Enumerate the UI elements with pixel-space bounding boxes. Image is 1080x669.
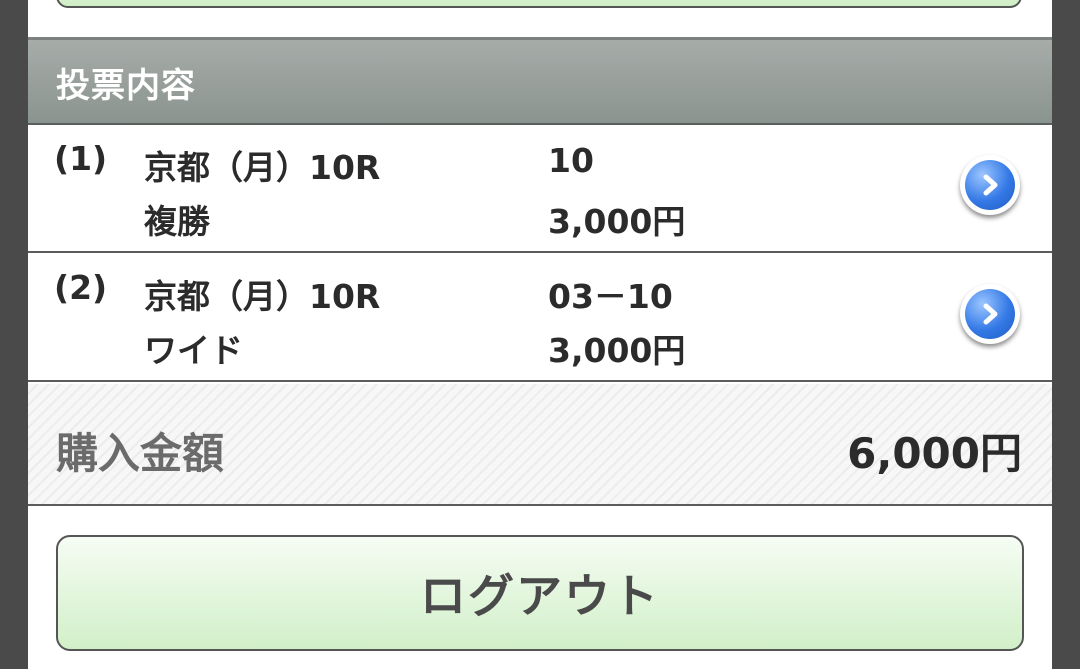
bet-row[interactable]: (2) 京都（月）10R ワイド 03－10 3,000円 — [28, 254, 1052, 382]
total-value: 6,000円 — [847, 429, 1022, 478]
chevron-right-icon — [965, 289, 1015, 339]
bet-number: (2) — [54, 268, 108, 307]
bet-detail-button[interactable] — [960, 284, 1020, 344]
chevron-right-icon — [965, 160, 1015, 210]
section-header: 投票内容 — [28, 37, 1052, 125]
bet-amount: 3,000円 — [548, 202, 686, 241]
bet-amount: 3,000円 — [548, 331, 686, 370]
bet-type: 複勝 — [144, 202, 210, 241]
total-label: 購入金額 — [56, 429, 225, 478]
page: 投票内容 (1) 京都（月）10R 複勝 10 3,000円 (2) 京都（月）… — [28, 0, 1052, 669]
section-title: 投票内容 — [56, 66, 196, 106]
bet-race: 京都（月）10R — [144, 148, 381, 187]
logout-button[interactable]: ログアウト — [56, 535, 1024, 651]
bet-number: (1) — [54, 139, 108, 178]
bet-selection: 03－10 — [548, 277, 673, 316]
top-green-button[interactable] — [56, 0, 1022, 8]
bet-detail-button[interactable] — [960, 155, 1020, 215]
bet-type: ワイド — [144, 331, 243, 370]
bet-row[interactable]: (1) 京都（月）10R 複勝 10 3,000円 — [28, 125, 1052, 253]
bet-selection: 10 — [548, 141, 594, 180]
total-amount-bar: 購入金額 6,000円 — [28, 384, 1052, 506]
bet-race: 京都（月）10R — [144, 277, 381, 316]
